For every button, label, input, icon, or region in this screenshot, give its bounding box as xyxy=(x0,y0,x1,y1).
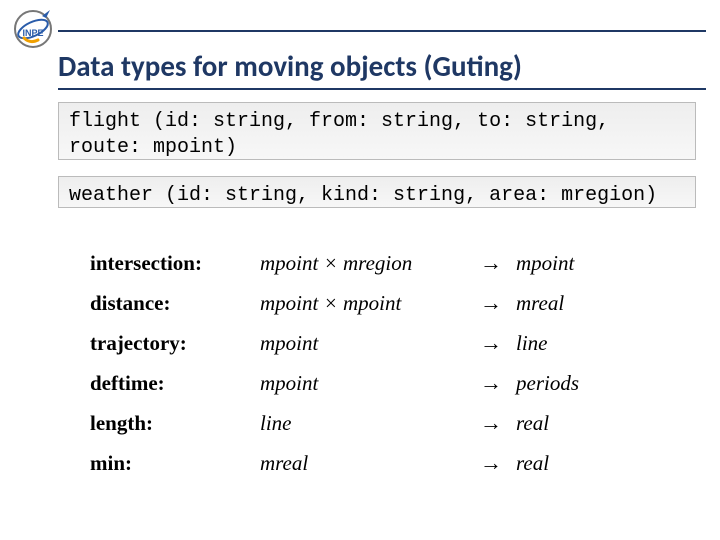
op-row: trajectory: mpoint → line xyxy=(90,330,680,356)
op-name: length: xyxy=(90,411,260,436)
op-sig: line xyxy=(260,411,480,436)
op-result: mpoint xyxy=(516,251,574,276)
code-box-weather: weather (id: string, kind: string, area:… xyxy=(58,176,696,208)
rule-top xyxy=(58,30,706,32)
rule-under-title xyxy=(58,88,706,90)
arrow-icon: → xyxy=(480,290,516,316)
op-sig: mreal xyxy=(260,451,480,476)
slide-title: Data types for moving objects (Guting) xyxy=(58,48,706,84)
op-row: intersection: mpoint × mregion → mpoint xyxy=(90,250,680,276)
op-result: real xyxy=(516,451,549,476)
operations-table: intersection: mpoint × mregion → mpoint … xyxy=(90,250,680,490)
op-result: periods xyxy=(516,371,579,396)
op-row: deftime: mpoint → periods xyxy=(90,370,680,396)
op-sig: mpoint xyxy=(260,371,480,396)
arrow-icon: → xyxy=(480,330,516,356)
arrow-icon: → xyxy=(480,410,516,436)
op-row: distance: mpoint × mpoint → mreal xyxy=(90,290,680,316)
op-sig: mpoint × mpoint xyxy=(260,291,480,316)
op-row: min: mreal → real xyxy=(90,450,680,476)
op-name: intersection: xyxy=(90,251,260,276)
op-name: min: xyxy=(90,451,260,476)
op-result: real xyxy=(516,411,549,436)
op-result: line xyxy=(516,331,548,356)
op-sig: mpoint xyxy=(260,331,480,356)
op-name: distance: xyxy=(90,291,260,316)
arrow-icon: → xyxy=(480,370,516,396)
op-sig: mpoint × mregion xyxy=(260,251,480,276)
arrow-icon: → xyxy=(480,450,516,476)
code-box-flight: flight (id: string, from: string, to: st… xyxy=(58,102,696,160)
op-name: trajectory: xyxy=(90,331,260,356)
op-row: length: line → real xyxy=(90,410,680,436)
op-result: mreal xyxy=(516,291,564,316)
inpe-logo-icon: INPE xyxy=(10,6,56,52)
arrow-icon: → xyxy=(480,250,516,276)
op-name: deftime: xyxy=(90,371,260,396)
